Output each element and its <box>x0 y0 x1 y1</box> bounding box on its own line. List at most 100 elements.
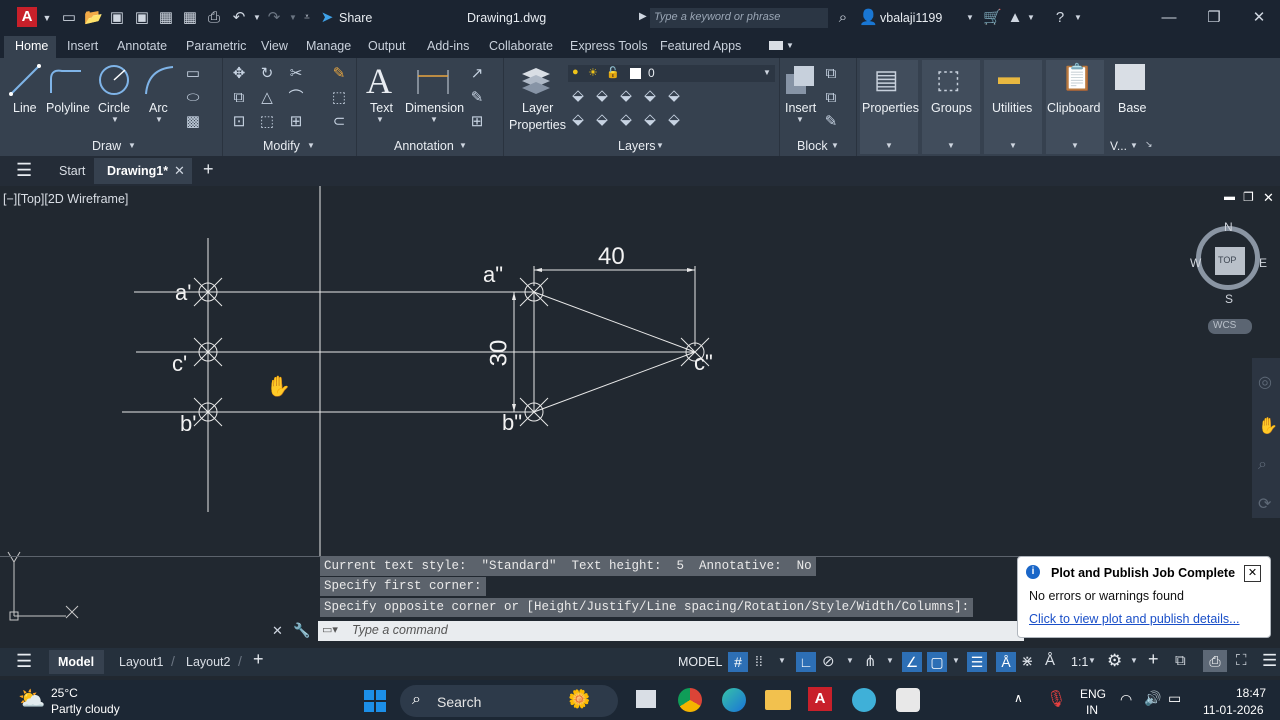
tray-overflow-icon[interactable]: ∧ <box>1014 691 1023 705</box>
mirror-icon[interactable]: △ <box>258 89 276 107</box>
properties-panel[interactable]: ▤ Properties ▼ <box>860 60 919 154</box>
gradient-icon[interactable]: ▩ <box>184 113 202 131</box>
create-block-icon[interactable]: ⧉ <box>822 65 840 83</box>
grid-icon[interactable]: # <box>728 652 748 672</box>
taskbar-search[interactable]: ⌕ Search 🌼 <box>400 685 618 717</box>
draw-panel-expand-icon[interactable]: ▼ <box>128 141 136 150</box>
trim-icon[interactable]: ✂ <box>287 65 305 83</box>
restore-icon[interactable]: ❐ <box>1205 9 1223 27</box>
polyline-icon[interactable] <box>48 63 84 97</box>
layer-properties-icon[interactable] <box>518 64 554 96</box>
polar-dropdown-icon[interactable]: ▼ <box>846 656 854 665</box>
annotation-scale-icon[interactable]: Å <box>1045 652 1055 669</box>
model-space-button[interactable]: MODEL <box>678 655 722 669</box>
model-tab[interactable]: Model <box>49 650 104 674</box>
block-panel-label[interactable]: Block <box>797 139 828 153</box>
clock-date[interactable]: 11-01-2026 <box>1203 703 1264 717</box>
wifi-icon[interactable]: ◠ <box>1120 691 1132 708</box>
notification-details-link[interactable]: Click to view plot and publish details..… <box>1029 612 1240 626</box>
wcs-menu[interactable]: WCS <box>1208 319 1252 334</box>
stretch-icon[interactable]: ⊡ <box>230 113 248 131</box>
line-button[interactable]: Line <box>13 101 37 115</box>
markup-icon[interactable]: ✎ <box>468 89 486 107</box>
steering-wheel-icon[interactable]: ◎ <box>1258 372 1272 392</box>
tab-collaborate[interactable]: Collaborate <box>489 39 553 53</box>
line-icon[interactable] <box>8 63 42 97</box>
edge-icon[interactable] <box>722 688 746 712</box>
layers-panel-label[interactable]: Layers <box>618 139 656 153</box>
draw-dropdowns-icon[interactable]: ▼ <box>111 115 119 124</box>
zoom-icon[interactable]: ⌕ <box>1258 456 1267 474</box>
viewcube-top-face[interactable]: TOP <box>1215 247 1245 275</box>
battery-icon[interactable]: ▭ <box>1168 690 1181 707</box>
ortho-icon[interactable]: ∟ <box>796 652 816 672</box>
lineweight-icon[interactable]: ☰ <box>967 652 987 672</box>
user-icon[interactable]: 👤 <box>859 9 878 27</box>
customize-qat-icon[interactable]: ⩡ <box>298 9 316 27</box>
plot-icon[interactable]: ⎙ <box>205 9 223 27</box>
layer-tool-6-icon[interactable]: ⬙ <box>569 111 587 129</box>
table-icon[interactable]: ⊞ <box>468 113 486 131</box>
isodraft-dropdown-icon[interactable]: ▼ <box>886 656 894 665</box>
edit-block-icon[interactable]: ⧉ <box>822 89 840 107</box>
ribbon-options-icon[interactable] <box>769 41 783 50</box>
new-file-icon[interactable]: ▭ <box>60 9 78 27</box>
layer-tool-9-icon[interactable]: ⬙ <box>641 111 659 129</box>
username[interactable]: vbalaji1199 <box>880 11 942 25</box>
microphone-icon[interactable]: 🎙 <box>1046 689 1066 709</box>
file-explorer-icon[interactable] <box>765 690 791 710</box>
user-dropdown-icon[interactable]: ▼ <box>961 9 979 27</box>
compass-w[interactable]: W <box>1190 256 1201 270</box>
rotate-icon[interactable]: ↻ <box>258 65 276 83</box>
layout1-tab[interactable]: Layout1 <box>119 655 163 669</box>
open-file-icon[interactable]: 📂 <box>84 9 103 27</box>
modify-panel-expand-icon[interactable]: ▼ <box>307 141 315 150</box>
scale-dropdown-icon[interactable]: ▼ <box>1088 656 1096 665</box>
viewcube[interactable]: TOP N S W E <box>1190 220 1268 306</box>
draw-panel-label[interactable]: Draw <box>92 139 121 153</box>
volume-icon[interactable]: 🔊 <box>1144 690 1161 707</box>
open-web-icon[interactable]: ▦ <box>157 9 175 27</box>
tab-home[interactable]: Home <box>15 39 48 53</box>
insert-block-icon[interactable] <box>784 64 816 96</box>
snap-icon[interactable]: ⁞⁞ <box>755 653 763 669</box>
layer-tool-8-icon[interactable]: ⬙ <box>617 111 635 129</box>
save-as-icon[interactable]: ▣ <box>133 9 151 27</box>
layer-tool-10-icon[interactable]: ⬙ <box>665 111 683 129</box>
search-icon[interactable]: ⌕ <box>834 9 852 27</box>
start-tab[interactable]: Start <box>59 164 85 178</box>
new-layout-icon[interactable]: + <box>253 649 264 670</box>
drawing-tab[interactable]: Drawing1* ✕ <box>94 158 192 184</box>
dimension-dropdown-icon[interactable]: ▼ <box>430 115 438 124</box>
explode-icon[interactable]: ⬚ <box>330 89 348 107</box>
offset-icon[interactable]: ⊂ <box>330 113 348 131</box>
pan-icon[interactable]: ✋ <box>1258 416 1278 436</box>
customization-menu-icon[interactable]: ☰ <box>1262 651 1277 671</box>
notification-close-button[interactable]: ✕ <box>1244 565 1261 582</box>
clock-time[interactable]: 18:47 <box>1236 686 1266 700</box>
tab-parametric[interactable]: Parametric <box>186 39 246 53</box>
language-bottom[interactable]: IN <box>1086 703 1098 717</box>
help-icon[interactable]: ? <box>1051 9 1069 27</box>
polar-icon[interactable]: ⊘ <box>822 652 835 670</box>
fullscreen-icon[interactable]: ⛶ <box>1236 652 1247 669</box>
arc-button[interactable]: Arc <box>149 101 168 115</box>
layer-properties-button-line2[interactable]: Properties <box>509 118 566 132</box>
autocad-taskbar-icon[interactable]: A <box>808 687 832 711</box>
command-customize-icon[interactable]: 🔧 <box>293 622 310 639</box>
layer-tool-1-icon[interactable]: ⬙ <box>569 87 587 105</box>
weather-icon[interactable]: ⛅ <box>18 686 45 712</box>
dimension-button[interactable]: Dimension <box>405 101 464 115</box>
groups-panel[interactable]: ⬚ Groups ▼ <box>922 60 980 154</box>
chrome-icon[interactable] <box>678 688 702 712</box>
save-icon[interactable]: ▣ <box>108 9 126 27</box>
tab-output[interactable]: Output <box>368 39 406 53</box>
hatch-icon[interactable]: ⬭ <box>184 89 202 107</box>
layer-tool-2-icon[interactable]: ⬙ <box>593 87 611 105</box>
block-attributes-icon[interactable]: ✎ <box>822 113 840 131</box>
tab-insert[interactable]: Insert <box>67 39 98 53</box>
layer-tool-4-icon[interactable]: ⬙ <box>641 87 659 105</box>
undo-dropdown-icon[interactable]: ▼ <box>248 9 266 27</box>
drawing-tab-close-icon[interactable]: ✕ <box>174 163 185 179</box>
circle-icon[interactable] <box>97 63 131 97</box>
